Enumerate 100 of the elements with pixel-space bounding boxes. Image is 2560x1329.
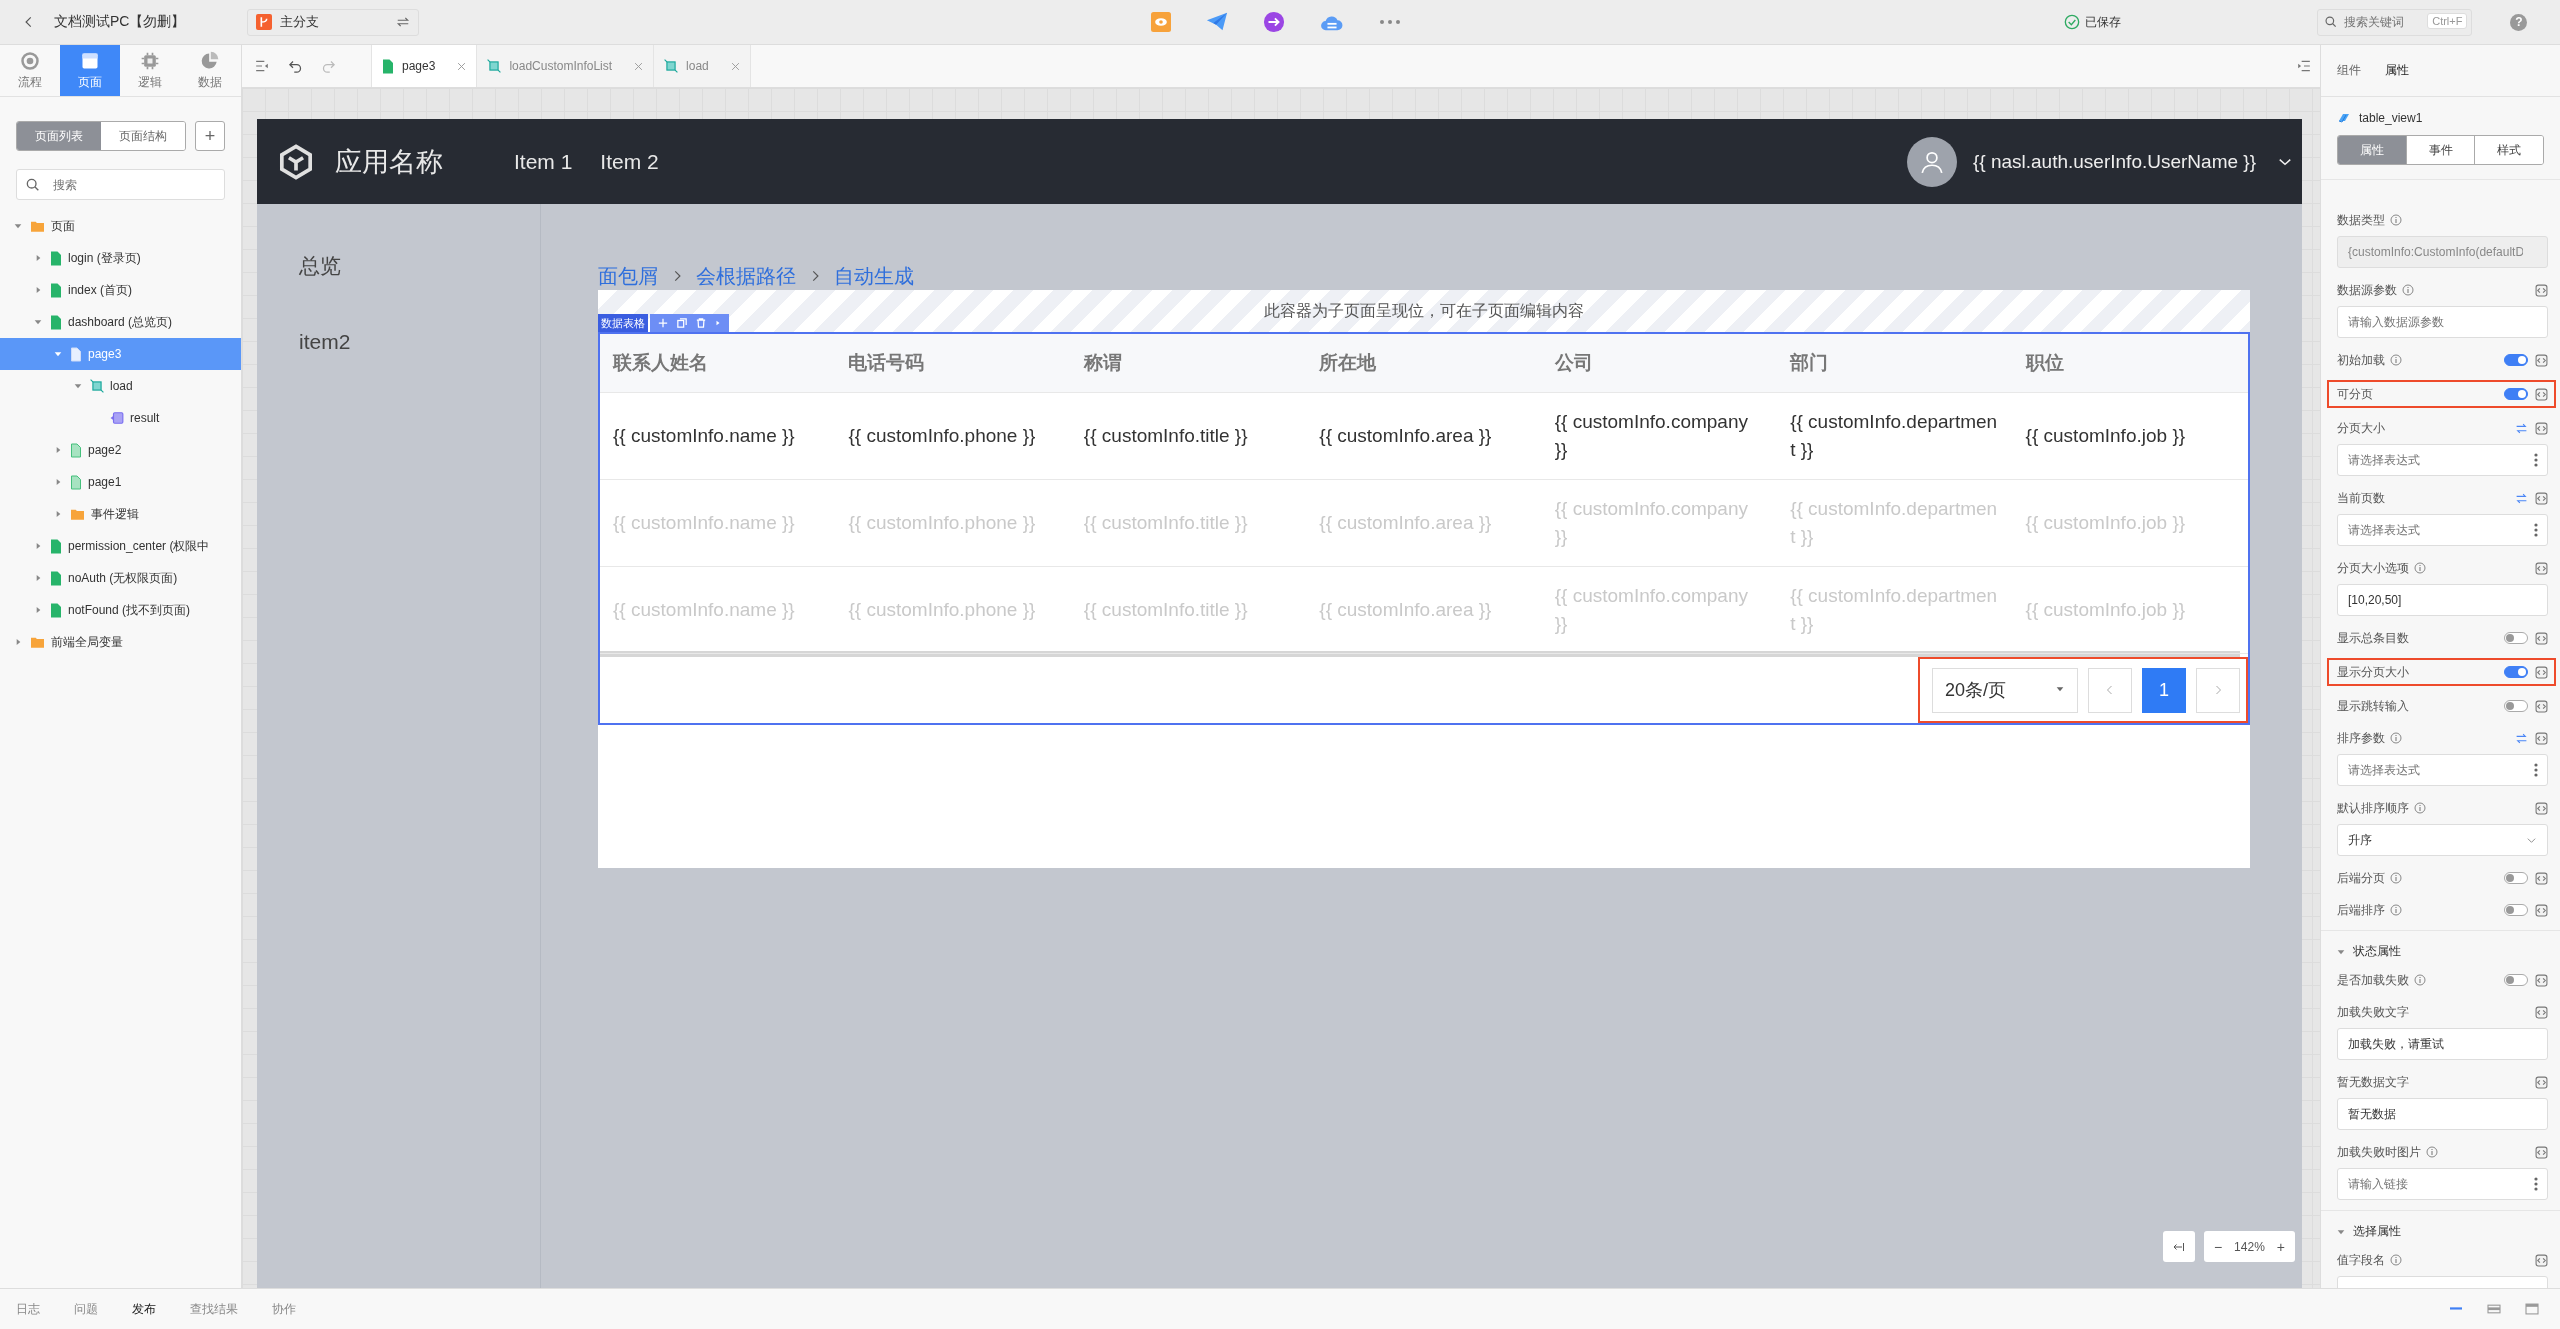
code-icon bbox=[2535, 731, 2548, 745]
toggle-switch[interactable] bbox=[2504, 872, 2528, 884]
info-icon bbox=[2414, 974, 2426, 986]
caret-right-icon bbox=[715, 319, 721, 327]
toggle-switch[interactable] bbox=[2504, 632, 2528, 644]
caret-icon bbox=[34, 606, 42, 614]
add-button[interactable]: + bbox=[195, 121, 225, 151]
panel-tab[interactable]: 属性 bbox=[2385, 62, 2409, 79]
tree-item[interactable]: load bbox=[0, 370, 241, 402]
frame-icon bbox=[90, 379, 104, 393]
branch-selector[interactable]: 主分支 bbox=[247, 8, 420, 36]
code-icon bbox=[2535, 903, 2548, 917]
page-size-select[interactable]: 20条/页 bbox=[1932, 667, 2078, 713]
select-field[interactable]: 升序 bbox=[2337, 824, 2548, 856]
property-label: 显示总条目数 bbox=[2337, 629, 2409, 647]
tree-item[interactable]: dashboard (总览页) bbox=[0, 306, 241, 338]
segment-tab[interactable]: 样式 bbox=[2475, 136, 2543, 164]
layout-icon bbox=[2524, 1303, 2540, 1315]
editor-tab[interactable]: page3 bbox=[372, 45, 478, 87]
zoom-out-button[interactable]: − bbox=[2213, 1238, 2223, 1255]
sidebar-tab[interactable]: 逻辑 bbox=[120, 45, 180, 96]
caret-icon bbox=[34, 318, 42, 326]
arrow-circle-icon bbox=[1263, 11, 1286, 33]
input-field[interactable]: [10,20,50] bbox=[2337, 584, 2548, 616]
table-cell: {{ customInfo.name }} bbox=[600, 393, 836, 480]
property-label: 排序参数 bbox=[2337, 729, 2385, 747]
swap-icon bbox=[396, 15, 411, 29]
code-icon bbox=[2535, 561, 2548, 575]
property-label: 数据源参数 bbox=[2337, 281, 2397, 299]
input-field[interactable]: 请选择表达式 bbox=[2337, 514, 2548, 546]
bottom-tab[interactable]: 查找结果 bbox=[190, 1300, 238, 1318]
toggle-switch[interactable] bbox=[2504, 388, 2528, 400]
caret-icon bbox=[54, 478, 62, 486]
segment-tab[interactable]: 事件 bbox=[2406, 136, 2476, 164]
tree-item[interactable]: 页面 bbox=[0, 210, 241, 242]
bottom-tab[interactable]: 问题 bbox=[74, 1300, 98, 1318]
code-icon bbox=[2535, 421, 2548, 435]
caret-icon bbox=[2337, 1227, 2345, 1236]
tree-item[interactable]: 事件逻辑 bbox=[0, 498, 241, 530]
sidebar-tab[interactable]: 数据 bbox=[180, 45, 240, 96]
input-field[interactable]: 请选择表达式 bbox=[2337, 444, 2548, 476]
toggle-switch[interactable] bbox=[2504, 700, 2528, 712]
page-button[interactable]: 1 bbox=[2142, 667, 2186, 713]
tree-item[interactable]: login (登录页) bbox=[0, 242, 241, 274]
tree-item[interactable]: result bbox=[0, 402, 241, 434]
frame-icon bbox=[664, 59, 679, 73]
view-toggle[interactable]: 页面结构 bbox=[101, 122, 185, 150]
caret-icon bbox=[14, 222, 22, 230]
side-nav-item[interactable]: item2 bbox=[299, 330, 351, 354]
undo-icon bbox=[288, 58, 303, 74]
input-field[interactable]: 暂无数据 bbox=[2337, 1098, 2548, 1130]
toggle-switch[interactable] bbox=[2504, 974, 2528, 986]
search-field[interactable]: 搜索 bbox=[16, 169, 225, 200]
input-field[interactable]: 请选择表达式 bbox=[2337, 754, 2548, 786]
column-header: 所在地 bbox=[1306, 334, 1542, 393]
info-icon bbox=[2390, 872, 2402, 884]
file-icon bbox=[50, 314, 62, 330]
project-title: 文档测试PC【勿删】 bbox=[54, 13, 186, 31]
fit-button[interactable] bbox=[2162, 1231, 2195, 1262]
panel-tab[interactable]: 组件 bbox=[2337, 62, 2361, 79]
tree-item[interactable]: page1 bbox=[0, 466, 241, 498]
frame-icon bbox=[487, 59, 502, 73]
tree-item[interactable]: permission_center (权限中 bbox=[0, 530, 241, 562]
layout-icon bbox=[2486, 1303, 2502, 1315]
component-name: table_view1 bbox=[2359, 111, 2423, 125]
logo-icon bbox=[279, 142, 313, 181]
code-icon bbox=[2535, 1075, 2548, 1089]
tree-item[interactable]: notFound (找不到页面) bbox=[0, 594, 241, 626]
bottom-tab[interactable]: 协作 bbox=[272, 1300, 296, 1318]
nav-link[interactable]: Item 1 bbox=[514, 149, 573, 174]
info-icon bbox=[2426, 1146, 2438, 1158]
tree-item[interactable]: index (首页) bbox=[0, 274, 241, 306]
code-icon bbox=[2535, 491, 2548, 505]
section-title[interactable]: 选择属性 bbox=[2353, 1223, 2401, 1240]
placeholder-note: 此容器为子页面呈现位，可在子页面编辑内容 bbox=[1264, 300, 1584, 321]
app-name: 应用名称 bbox=[335, 145, 443, 179]
sidebar-tab[interactable]: 流程 bbox=[0, 45, 60, 96]
input-field[interactable]: 请输入数据源参数 bbox=[2337, 306, 2548, 338]
input-field[interactable]: 请输入链接 bbox=[2337, 1168, 2548, 1200]
caret-icon bbox=[34, 254, 42, 262]
tree-item[interactable]: 前端全局变量 bbox=[0, 626, 241, 658]
toggle-switch[interactable] bbox=[2504, 904, 2528, 916]
column-header: 联系人姓名 bbox=[600, 334, 836, 393]
nav-link[interactable]: Item 2 bbox=[600, 149, 659, 174]
section-title[interactable]: 状态属性 bbox=[2353, 943, 2401, 960]
bottom-tab[interactable]: 日志 bbox=[16, 1300, 40, 1318]
code-icon bbox=[2535, 871, 2548, 885]
table-cell: {{ customInfo.company }} bbox=[1541, 393, 1778, 480]
toggle-switch[interactable] bbox=[2504, 354, 2528, 366]
info-icon bbox=[2390, 214, 2402, 226]
property-label: 加载失败时图片 bbox=[2337, 1143, 2421, 1161]
tree-item[interactable]: noAuth (无权限页面) bbox=[0, 562, 241, 594]
side-nav-item[interactable]: 总览 bbox=[299, 252, 341, 280]
toggle-switch[interactable] bbox=[2504, 666, 2528, 678]
user-name: {{ nasl.auth.userInfo.UserName }} bbox=[1972, 150, 2256, 173]
zoom-in-button[interactable]: + bbox=[2276, 1238, 2285, 1255]
tree-item[interactable]: page2 bbox=[0, 434, 241, 466]
code-icon bbox=[2535, 665, 2548, 679]
input-field[interactable]: 加载失败，请重试 bbox=[2337, 1028, 2548, 1060]
bottom-tab[interactable]: 发布 bbox=[132, 1300, 156, 1318]
